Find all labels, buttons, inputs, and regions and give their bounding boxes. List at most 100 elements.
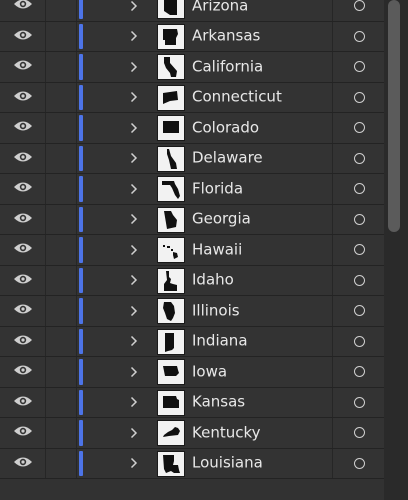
target-column[interactable]	[332, 418, 385, 448]
target-column[interactable]	[332, 296, 385, 326]
target-circle-icon[interactable]	[353, 427, 365, 439]
lock-toggle[interactable]	[46, 52, 77, 82]
target-circle-icon[interactable]	[353, 335, 365, 347]
target-column[interactable]	[332, 235, 385, 265]
chevron-right-icon[interactable]	[126, 242, 142, 258]
lock-toggle[interactable]	[46, 387, 77, 417]
visibility-toggle[interactable]	[0, 143, 46, 173]
chevron-right-icon[interactable]	[126, 211, 142, 227]
layer-row[interactable]: California	[0, 52, 384, 83]
lock-toggle[interactable]	[46, 0, 77, 21]
target-circle-icon[interactable]	[353, 91, 365, 103]
layer-row[interactable]: Georgia	[0, 204, 385, 235]
lock-toggle[interactable]	[46, 143, 77, 173]
lock-toggle[interactable]	[46, 265, 77, 295]
layer-row[interactable]: Connecticut	[0, 82, 385, 113]
layer-row[interactable]: Kentucky	[0, 418, 384, 449]
layer-name[interactable]: Connecticut	[192, 88, 282, 106]
layer-row[interactable]: Louisiana	[0, 448, 385, 479]
layer-name[interactable]: Illinois	[192, 301, 240, 319]
lock-toggle[interactable]	[46, 21, 77, 51]
chevron-right-icon[interactable]	[126, 28, 142, 44]
layer-row[interactable]: Kansas	[0, 387, 385, 418]
layer-name[interactable]: Idaho	[192, 271, 234, 289]
layer-row[interactable]: Iowa	[0, 357, 384, 388]
layer-row[interactable]: Arizona	[0, 0, 384, 22]
target-column[interactable]	[332, 52, 385, 82]
chevron-right-icon[interactable]	[126, 150, 142, 166]
target-column[interactable]	[332, 174, 385, 204]
chevron-right-icon[interactable]	[126, 394, 142, 410]
layer-name[interactable]: Hawaii	[192, 240, 242, 258]
visibility-toggle[interactable]	[0, 174, 46, 204]
chevron-right-icon[interactable]	[126, 303, 142, 319]
lock-toggle[interactable]	[46, 448, 77, 478]
layer-name[interactable]: Arizona	[192, 0, 248, 14]
target-circle-icon[interactable]	[353, 274, 365, 286]
chevron-right-icon[interactable]	[126, 455, 142, 471]
chevron-right-icon[interactable]	[126, 59, 142, 75]
layer-row[interactable]: Illinois	[0, 296, 384, 327]
lock-toggle[interactable]	[46, 357, 77, 387]
chevron-right-icon[interactable]	[126, 181, 142, 197]
layer-name[interactable]: Georgia	[192, 210, 251, 228]
visibility-toggle[interactable]	[0, 448, 46, 478]
target-circle-icon[interactable]	[353, 122, 365, 134]
scrollbar[interactable]	[384, 0, 408, 500]
chevron-right-icon[interactable]	[126, 0, 142, 14]
visibility-toggle[interactable]	[0, 52, 46, 82]
target-column[interactable]	[332, 448, 385, 478]
chevron-right-icon[interactable]	[126, 120, 142, 136]
target-column[interactable]	[332, 204, 385, 234]
target-circle-icon[interactable]	[353, 244, 365, 256]
lock-toggle[interactable]	[46, 174, 77, 204]
lock-toggle[interactable]	[46, 204, 77, 234]
layer-name[interactable]: Arkansas	[192, 27, 260, 45]
target-circle-icon[interactable]	[353, 183, 365, 195]
chevron-right-icon[interactable]	[126, 89, 142, 105]
visibility-toggle[interactable]	[0, 418, 46, 448]
chevron-right-icon[interactable]	[126, 425, 142, 441]
visibility-toggle[interactable]	[0, 326, 46, 356]
layer-name[interactable]: Florida	[192, 179, 243, 197]
visibility-toggle[interactable]	[0, 204, 46, 234]
visibility-toggle[interactable]	[0, 21, 46, 51]
lock-toggle[interactable]	[46, 113, 77, 143]
target-circle-icon[interactable]	[353, 396, 365, 408]
layer-row[interactable]: Hawaii	[0, 235, 384, 266]
visibility-toggle[interactable]	[0, 113, 46, 143]
visibility-toggle[interactable]	[0, 82, 46, 112]
lock-toggle[interactable]	[46, 82, 77, 112]
target-column[interactable]	[332, 0, 385, 21]
target-column[interactable]	[332, 265, 385, 295]
visibility-toggle[interactable]	[0, 296, 46, 326]
layer-row[interactable]: Colorado	[0, 113, 384, 144]
target-column[interactable]	[332, 113, 385, 143]
visibility-toggle[interactable]	[0, 265, 46, 295]
visibility-toggle[interactable]	[0, 235, 46, 265]
visibility-toggle[interactable]	[0, 387, 46, 417]
target-circle-icon[interactable]	[353, 366, 365, 378]
visibility-toggle[interactable]	[0, 357, 46, 387]
target-column[interactable]	[332, 357, 385, 387]
layer-name[interactable]: Iowa	[192, 362, 227, 380]
layer-row[interactable]: Delaware	[0, 143, 385, 174]
layer-name[interactable]: California	[192, 57, 263, 75]
target-column[interactable]	[332, 387, 385, 417]
layer-row[interactable]: Idaho	[0, 265, 385, 296]
target-column[interactable]	[332, 143, 385, 173]
target-column[interactable]	[332, 82, 385, 112]
layer-name[interactable]: Indiana	[192, 332, 248, 350]
chevron-right-icon[interactable]	[126, 272, 142, 288]
lock-toggle[interactable]	[46, 418, 77, 448]
target-circle-icon[interactable]	[353, 152, 365, 164]
visibility-toggle[interactable]	[0, 0, 46, 21]
layer-row[interactable]: Indiana	[0, 326, 384, 357]
lock-toggle[interactable]	[46, 235, 77, 265]
layer-name[interactable]: Delaware	[192, 149, 263, 167]
target-circle-icon[interactable]	[353, 30, 365, 42]
target-circle-icon[interactable]	[353, 457, 365, 469]
layer-name[interactable]: Kansas	[192, 393, 245, 411]
target-circle-icon[interactable]	[353, 0, 365, 12]
chevron-right-icon[interactable]	[126, 333, 142, 349]
